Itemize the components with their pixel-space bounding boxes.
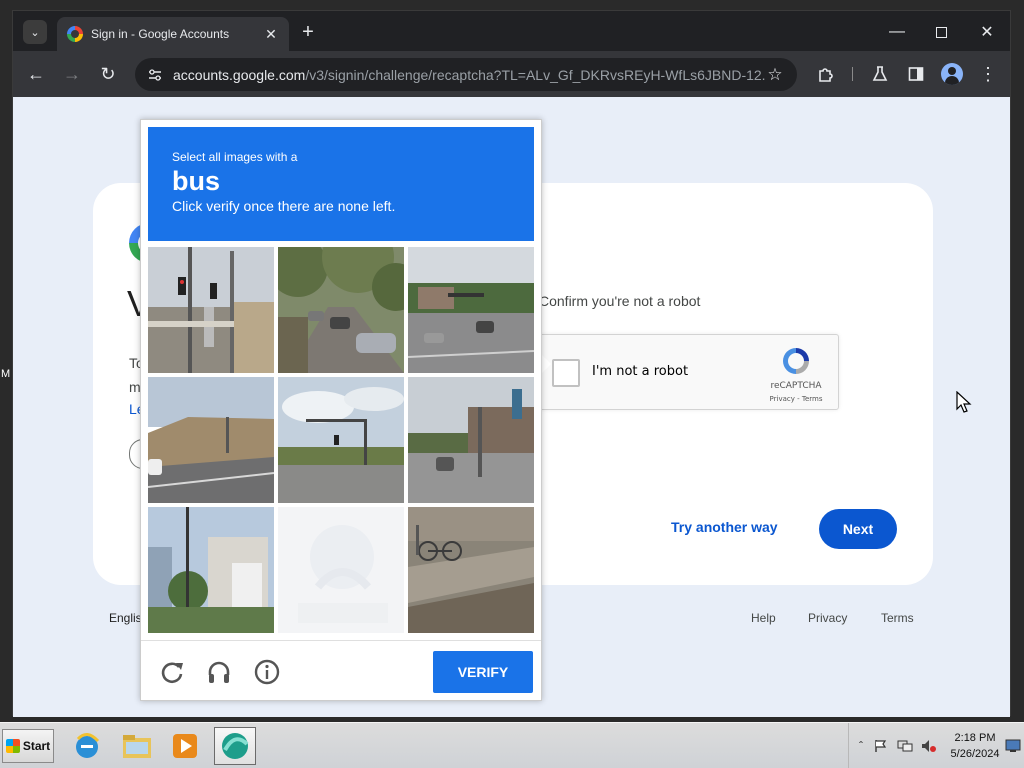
mouse-pointer-icon [956,391,972,413]
side-panel-button[interactable] [903,61,929,87]
flask-icon [872,66,888,81]
network-icon[interactable] [897,738,913,754]
windows-logo-icon [5,739,20,753]
kebab-menu-icon: ⋮ [979,63,997,84]
tab-title: Sign in - Google Accounts [91,27,230,41]
audio-challenge-icon[interactable] [206,659,232,685]
taskbar-internet-explorer[interactable] [66,727,108,765]
maximize-button[interactable] [929,20,953,44]
extensions-button[interactable] [813,61,839,87]
google-favicon-icon [67,26,83,42]
image-tile-2[interactable] [278,247,404,373]
side-panel-icon [908,67,924,81]
image-tile-1[interactable] [148,247,274,373]
address-bar[interactable]: accounts.google.com/v3/signin/challenge/… [135,58,797,91]
clock-date[interactable]: 5/26/2024 [945,748,1005,760]
image-tile-3[interactable] [408,247,534,373]
browser-toolbar: ← → ↻ accounts.google.com/v3/signin/chal… [13,51,1010,97]
chevron-down-icon: ⌄ [30,26,40,39]
taskbar-file-explorer[interactable] [116,727,158,765]
verify-button[interactable]: VERIFY [433,651,533,693]
try-another-way-button[interactable]: Try another way [671,519,778,535]
site-info-icon[interactable] [147,67,163,83]
url-text: accounts.google.com/v3/signin/challenge/… [173,67,765,83]
image-tile-6[interactable] [408,377,534,503]
tab-search-button[interactable]: ⌄ [23,20,47,44]
toolbar-divider [852,67,853,81]
clock-time[interactable]: 2:18 PM [949,732,1001,744]
window-frame: ⌄ Sign in - Google Accounts ✕ + — ✕ ← → [0,0,1024,722]
back-arrow-icon: ← [27,63,45,84]
instruction-line-2: Click verify once there are none left. [172,198,396,214]
page-viewport: V To m Le Confirm you're not a robot I'm… [13,97,1010,717]
recaptcha-privacy-terms[interactable]: Privacy - Terms [758,395,834,403]
tab-strip: ⌄ Sign in - Google Accounts ✕ + — ✕ [13,11,1010,51]
reload-icon: ↻ [100,63,116,84]
url-path: /v3/signin/challenge/recaptcha?TL=ALv_Gf… [305,66,765,83]
maximize-icon [935,26,947,38]
back-button[interactable]: ← [23,61,49,87]
language-selector[interactable]: Englis [109,611,142,625]
minimize-button[interactable]: — [885,20,909,44]
recaptcha-widget: I'm not a robot reCAPTCHA Privacy - Term… [539,334,839,410]
footer-privacy-link[interactable]: Privacy [808,611,847,625]
internet-explorer-icon [76,733,100,758]
footer-help-link[interactable]: Help [751,611,776,625]
next-button[interactable]: Next [819,509,897,549]
reload-button[interactable]: ↻ [95,61,121,87]
folder-icon [123,735,151,758]
image-tile-7[interactable] [148,507,274,633]
labs-button[interactable] [867,61,893,87]
show-desktop-icon[interactable] [1005,738,1021,754]
recaptcha-brand: reCAPTCHA [770,381,822,391]
not-robot-label: I'm not a robot [592,364,689,379]
start-button[interactable]: Start [2,729,54,763]
browser-window: ⌄ Sign in - Google Accounts ✕ + — ✕ ← → [12,10,1011,717]
media-player-icon [173,734,197,758]
recaptcha-challenge-popup: Select all images with a bus Click verif… [140,119,542,701]
image-tile-4[interactable] [148,377,274,503]
url-host: accounts.google.com [173,66,306,83]
image-tile-8[interactable] [278,507,404,633]
taskbar-media-player[interactable] [164,727,206,765]
volume-muted-icon[interactable] [921,738,937,754]
challenge-pointer [541,354,551,374]
tab-signin[interactable]: Sign in - Google Accounts ✕ [57,17,289,51]
footer-terms-link[interactable]: Terms [881,611,914,625]
challenge-footer: VERIFY [141,640,541,700]
profile-avatar[interactable] [941,63,963,85]
active-app-icon [222,733,249,759]
image-grid [148,247,535,634]
show-hidden-icons-button[interactable]: ˆ [853,738,869,754]
not-robot-checkbox[interactable] [552,359,580,387]
taskbar: Start ˆ 2:18 PM 5/26/2024 [0,722,1024,768]
puzzle-icon [819,68,833,82]
start-label: Start [22,739,51,753]
system-tray: ˆ 2:18 PM 5/26/2024 [848,723,1024,768]
recaptcha-logo-icon [783,348,809,374]
close-tab-icon[interactable]: ✕ [263,26,279,43]
action-center-flag-icon[interactable] [873,738,889,754]
taskbar-active-app[interactable] [214,727,256,765]
instruction-line-1: Select all images with a [172,150,298,164]
menu-button[interactable]: ⋮ [975,61,1001,87]
forward-button[interactable]: → [59,61,85,87]
edge-letter: M [1,368,11,380]
image-tile-5[interactable] [278,377,404,503]
new-tab-button[interactable]: + [296,20,320,44]
close-window-button[interactable]: ✕ [975,20,999,44]
confirm-robot-text: Confirm you're not a robot [539,293,701,309]
forward-arrow-icon: → [63,63,81,84]
reload-challenge-icon[interactable] [159,659,185,685]
challenge-keyword: bus [172,166,221,196]
info-icon[interactable] [254,659,280,685]
image-tile-9[interactable] [408,507,534,633]
challenge-instructions: Select all images with a bus Click verif… [148,127,534,241]
description-text-2: m [129,379,141,395]
bookmark-star-icon[interactable]: ☆ [765,65,785,85]
